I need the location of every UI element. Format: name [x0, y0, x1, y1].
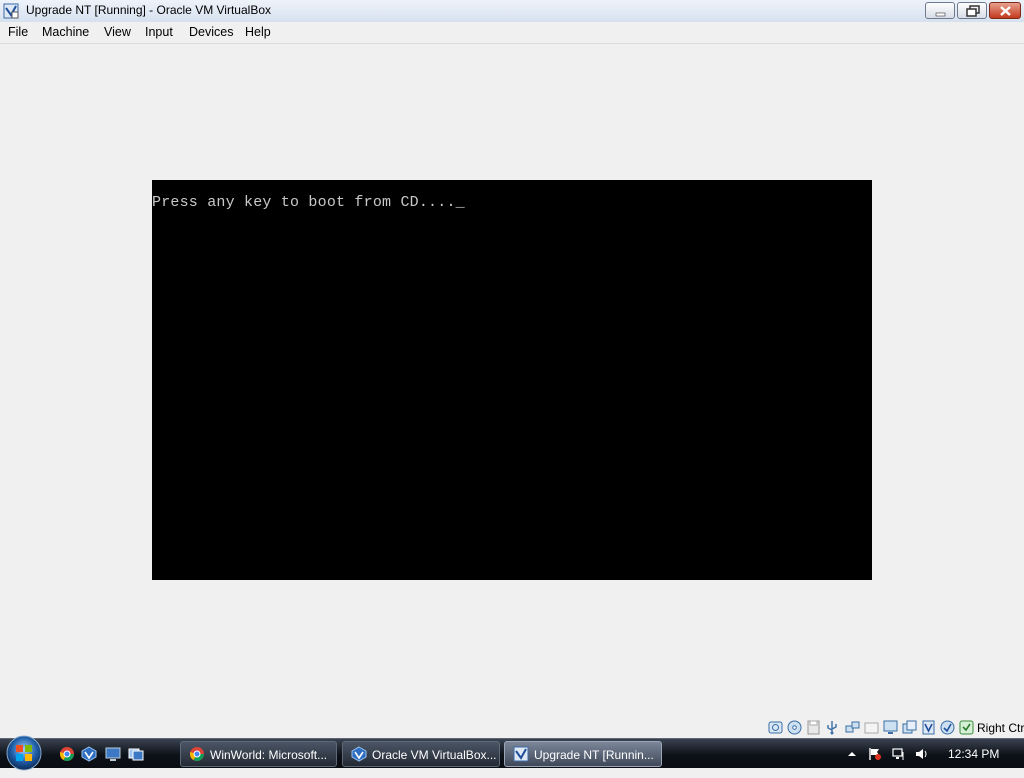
- action-center-flag-icon[interactable]: [868, 747, 882, 761]
- display-icon[interactable]: [883, 720, 898, 735]
- taskbar-button-label: WinWorld: Microsoft...: [210, 748, 328, 762]
- window-switch-icon[interactable]: [128, 746, 144, 762]
- show-hidden-icons-arrow[interactable]: [845, 747, 859, 761]
- virtualbox-vm-icon: [3, 3, 19, 19]
- menu-view[interactable]: View: [104, 25, 131, 39]
- network-icon[interactable]: [892, 747, 906, 761]
- vm-display-area[interactable]: Press any key to boot from CD...._: [0, 44, 1024, 718]
- menu-input[interactable]: Input: [145, 25, 173, 39]
- floppy-icon[interactable]: [806, 720, 821, 735]
- restore-icon: [966, 5, 980, 17]
- taskbar: WinWorld: Microsoft... Oracle VM Virtual…: [0, 735, 1024, 771]
- volume-icon[interactable]: [915, 747, 929, 761]
- host-key-label: Right Ctrl: [977, 721, 1024, 735]
- taskbar-button-winworld[interactable]: WinWorld: Microsoft...: [180, 741, 337, 767]
- menu-file[interactable]: File: [8, 25, 28, 39]
- menu-help[interactable]: Help: [245, 25, 271, 39]
- taskbar-button-label: Upgrade NT [Runnin...: [534, 748, 654, 762]
- keyboard-capture-icon[interactable]: [959, 720, 974, 735]
- network-icon[interactable]: [845, 720, 860, 735]
- virtualization-icon[interactable]: [921, 720, 936, 735]
- console-cursor: _: [455, 194, 465, 211]
- title-bar[interactable]: Upgrade NT [Running] - Oracle VM Virtual…: [0, 0, 1024, 23]
- windows-start-orb-icon[interactable]: [4, 733, 44, 773]
- desktop-icon[interactable]: [105, 746, 121, 762]
- window-title: Upgrade NT [Running] - Oracle VM Virtual…: [26, 3, 271, 17]
- menu-machine[interactable]: Machine: [42, 25, 89, 39]
- taskbar-button-label: Oracle VM VirtualBox...: [372, 748, 497, 762]
- hard-disk-icon[interactable]: [768, 720, 783, 735]
- shared-folders-icon[interactable]: [864, 720, 879, 735]
- chrome-icon[interactable]: [59, 746, 75, 762]
- chrome-icon: [189, 746, 205, 762]
- status-bar: Right Ctrl: [0, 718, 1024, 738]
- close-icon: [1000, 6, 1011, 16]
- usb-icon[interactable]: [825, 720, 840, 735]
- menu-devices[interactable]: Devices: [189, 25, 233, 39]
- virtualbox-icon: [351, 746, 367, 762]
- mouse-integration-icon[interactable]: [940, 720, 955, 735]
- console-output: Press any key to boot from CD...._: [152, 194, 465, 211]
- taskbar-button-virtualbox-manager[interactable]: Oracle VM VirtualBox...: [342, 741, 500, 767]
- vm-screen[interactable]: Press any key to boot from CD...._: [152, 180, 872, 580]
- virtualbox-icon[interactable]: [81, 746, 97, 762]
- taskbar-button-upgrade-nt[interactable]: Upgrade NT [Runnin...: [504, 741, 662, 767]
- optical-drive-icon[interactable]: [787, 720, 802, 735]
- minimize-button[interactable]: [925, 2, 955, 19]
- virtualbox-vm-icon: [513, 746, 529, 762]
- close-button[interactable]: [989, 2, 1021, 19]
- menu-bar: File Machine View Input Devices Help: [0, 22, 1024, 44]
- console-text: Press any key to boot from CD....: [152, 194, 456, 211]
- system-clock[interactable]: 12:34 PM: [948, 747, 999, 761]
- minimize-icon: [935, 12, 946, 17]
- restore-button[interactable]: [957, 2, 987, 19]
- video-capture-icon[interactable]: [902, 720, 917, 735]
